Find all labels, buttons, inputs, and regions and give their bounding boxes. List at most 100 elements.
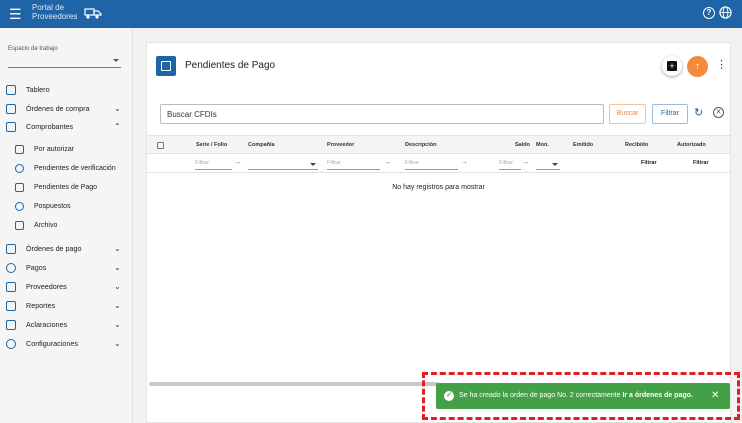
toast-text: Se ha creado la orden de pago No. 2 corr… [459,392,623,399]
mail-icon [6,320,16,330]
filter-input-descripcion[interactable]: Filtrar [405,158,458,170]
column-header[interactable]: Autorizado [677,136,706,155]
chevron-down-icon: ⌄ [114,263,121,272]
chevron-down-icon [552,163,558,166]
menu-icon[interactable]: ☰ [9,6,22,22]
dashboard-icon [6,85,16,95]
success-toast: ✓ Se ha creado la orden de pago No. 2 co… [436,383,730,409]
page-title: Pendientes de Pago [185,60,276,71]
sidebar-item-aclaraciones[interactable]: Aclaraciones ⌄ [0,316,133,334]
sidebar-item-label: Archivo [34,222,58,229]
sidebar: Espacio de trabajo Tablero Órdenes de co… [0,28,133,423]
chart-icon [6,301,16,311]
filter-select-moneda[interactable] [536,158,560,170]
help-icon[interactable]: ? [703,7,715,19]
chevron-down-icon: ⌄ [114,282,121,291]
sidebar-item-ordenes-compra[interactable]: Órdenes de compra ⌄ [0,100,133,118]
chevron-down-icon: ⌄ [114,104,121,113]
building-icon [6,282,16,292]
column-header[interactable]: Descripción [405,136,436,155]
column-header[interactable]: Emitido [573,136,593,155]
chevron-down-icon [113,59,119,62]
sidebar-subitem-archivo[interactable]: Archivo [0,217,133,235]
filter-link-recibido[interactable]: Filtrar [641,158,657,169]
column-header[interactable]: Saldo [515,136,530,155]
column-header[interactable]: Recibido [625,136,648,155]
filter-input-saldo[interactable]: Filtrar [499,158,521,170]
sidebar-item-pagos[interactable]: Pagos ⌄ [0,259,133,277]
sidebar-item-reportes[interactable]: Reportes ⌄ [0,297,133,315]
upload-button[interactable]: ↑ [687,56,708,77]
chevron-down-icon [310,163,316,166]
top-app-bar: ☰ Portal de Proveedores ? [0,0,742,28]
filter-input-proveedor[interactable]: Filtrar [327,158,380,170]
sidebar-item-label: Pendientes de verificación [34,165,116,172]
sidebar-subitem-pendientes-pago[interactable]: Pendientes de Pago [0,179,133,197]
filtrar-button[interactable]: Filtrar [652,104,688,124]
clock-icon [15,202,24,211]
arrow-right-icon[interactable]: → [384,158,391,168]
chevron-down-icon: ⌄ [114,301,121,310]
column-header[interactable]: Compañía [248,136,275,155]
sidebar-item-ordenes-pago[interactable]: Órdenes de pago ⌄ [0,240,133,258]
chevron-down-icon: ⌄ [114,339,121,348]
arrow-right-icon[interactable]: → [461,158,468,168]
empty-table-message: No hay registros para mostrar [392,184,485,191]
more-options-icon[interactable]: ⋮ [716,58,727,72]
sidebar-item-label: Por autorizar [34,146,75,153]
clear-icon[interactable]: ✕ [713,107,724,118]
filter-select-compania[interactable] [248,158,318,170]
sidebar-subitem-por-autorizar[interactable]: Por autorizar [0,141,133,159]
column-header[interactable]: Serie / Folio [196,136,227,155]
chevron-down-icon: ⌄ [114,244,121,253]
table-header: Serie / Folio Compañía Proveedor Descrip… [147,135,730,154]
arrow-right-icon[interactable]: → [234,158,241,168]
sidebar-item-label: Reportes [26,301,56,310]
filter-input-folio[interactable]: Filtrar [195,158,232,170]
column-header[interactable]: Proveedor [327,136,354,155]
check-circle-icon: ✓ [444,391,454,401]
sidebar-item-label: Configuraciones [26,339,78,348]
filter-link-autorizado[interactable]: Filtrar [693,158,709,169]
close-icon[interactable]: ✕ [711,383,719,409]
payment-card-icon [6,244,16,254]
workspace-select[interactable] [8,56,121,68]
buscar-button[interactable]: Buscar [609,104,646,124]
globe-icon[interactable] [719,6,732,19]
sidebar-subitem-pendientes-verificacion[interactable]: Pendientes de verificación [0,160,133,178]
sidebar-item-label: Órdenes de pago [26,244,82,253]
money-icon [6,263,16,273]
sidebar-item-tablero[interactable]: Tablero [0,81,133,99]
add-button[interactable] [662,56,682,76]
chevron-down-icon: ⌄ [114,320,121,329]
toast-link[interactable]: Ir a órdenes de pago. [622,392,692,399]
logo-truck-icon [84,8,102,19]
sidebar-item-label: Órdenes de compra [26,104,90,113]
select-all-checkbox[interactable] [157,142,164,149]
filter-row: Filtrar → Filtrar → Filtrar → Filtrar → … [147,154,730,173]
gear-icon [6,339,16,349]
sidebar-item-label: Aclaraciones [26,320,68,329]
sidebar-item-configuraciones[interactable]: Configuraciones ⌄ [0,335,133,353]
archive-icon [15,221,24,230]
horizontal-scrollbar[interactable] [149,382,439,386]
search-input[interactable] [160,104,604,124]
sidebar-subitem-pospuestos[interactable]: Pospuestos [0,198,133,216]
refresh-icon[interactable]: ↻ [694,106,703,120]
gavel-icon [15,145,24,154]
sidebar-item-label: Pendientes de Pago [34,184,98,191]
shield-check-icon [15,164,24,173]
sidebar-item-comprobantes[interactable]: Comprobantes ⌃ [0,118,133,136]
sidebar-item-label: Comprobantes [26,122,74,131]
sidebar-item-label: Pospuestos [34,203,71,210]
sidebar-item-proveedores[interactable]: Proveedores ⌄ [0,278,133,296]
toast-message: Se ha creado la orden de pago No. 2 corr… [459,383,693,409]
pending-payment-icon [15,183,24,192]
main-panel: Pendientes de Pago ↑ ⋮ Buscar Filtrar ↻ … [146,42,731,423]
app-logo[interactable]: Portal de Proveedores [32,3,90,21]
document-icon [6,122,16,132]
sidebar-item-label: Proveedores [26,282,67,291]
workspace-label: Espacio de trabajo [8,46,58,52]
column-header[interactable]: Mon. [536,136,549,155]
arrow-right-icon[interactable]: → [522,158,529,168]
